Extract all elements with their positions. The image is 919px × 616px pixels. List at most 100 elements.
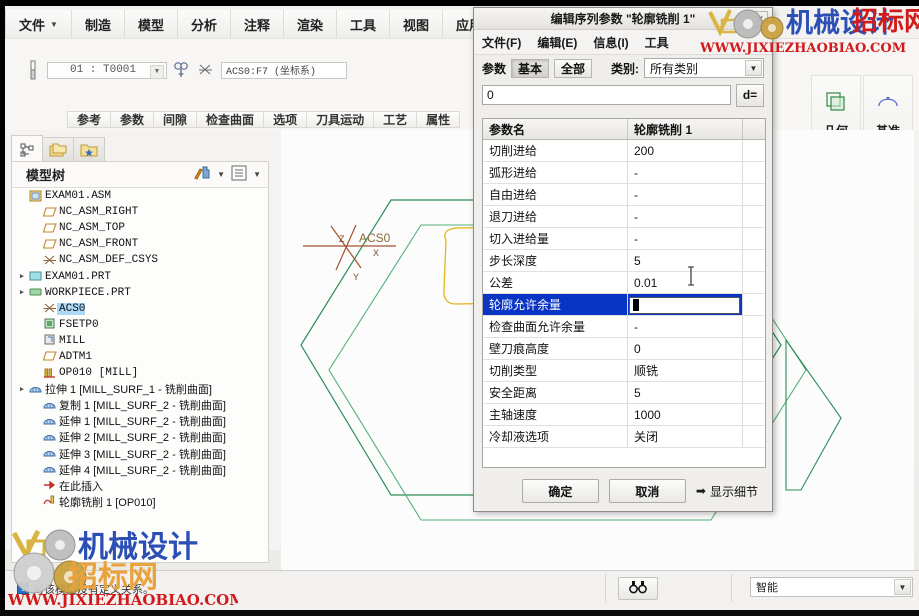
parameter-value-input[interactable]	[629, 296, 740, 314]
value-input[interactable]: 0	[482, 85, 731, 105]
menu-item-7[interactable]: 视图	[390, 10, 444, 38]
parameter-value[interactable]: -	[628, 228, 743, 249]
parameter-row[interactable]: 轮廓允许余量	[483, 294, 765, 316]
chevron-down-icon[interactable]: ▼	[894, 579, 911, 595]
tree-item[interactable]: NC_ASM_RIGHT	[12, 204, 268, 220]
dashboard-tab-6[interactable]: 工艺	[374, 111, 418, 128]
tree-item[interactable]: ▶ WORKPIECE.PRT	[12, 285, 268, 301]
parameter-value[interactable]: -	[628, 162, 743, 183]
settings-tools-icon[interactable]	[192, 164, 212, 185]
parameter-row[interactable]: 切削类型 顺铣	[483, 360, 765, 382]
expand-triangle-icon[interactable]: ▶	[16, 288, 28, 297]
dialog-menu-item-1[interactable]: 编辑(E)	[537, 34, 577, 51]
menu-item-5[interactable]: 渲染	[284, 10, 338, 38]
parameter-row[interactable]: 冷却液选项 关闭	[483, 426, 765, 448]
parameter-value[interactable]: 关闭	[628, 426, 743, 447]
category-select[interactable]: 所有类别 ▼	[644, 58, 764, 78]
tree-item[interactable]: ▶ EXAM01.PRT	[12, 268, 268, 284]
tree-item[interactable]: OP010 [MILL]	[12, 365, 268, 381]
parameter-row[interactable]: 检查曲面允许余量 -	[483, 316, 765, 338]
tool-combo[interactable]: 01 : T0001 ▼	[47, 61, 167, 79]
parameter-row[interactable]: 切入进给量 -	[483, 228, 765, 250]
all-toggle-button[interactable]: 全部	[554, 58, 593, 78]
menu-item-1[interactable]: 制造	[71, 10, 125, 38]
menu-item-6[interactable]: 工具	[337, 10, 391, 38]
chevron-down-icon[interactable]: ▼	[214, 170, 228, 179]
parameter-value[interactable]: 5	[628, 382, 743, 403]
tree-item[interactable]: ▶ 拉伸 1 [MILL_SURF_1 - 铣削曲面]	[12, 381, 268, 397]
tree-item[interactable]: NC_ASM_DEF_CSYS	[12, 252, 268, 268]
dashboard-tab-4[interactable]: 选项	[264, 111, 308, 128]
tree-item[interactable]: 延伸 2 [MILL_SURF_2 - 铣削曲面]	[12, 429, 268, 445]
expand-triangle-icon[interactable]: ▶	[16, 272, 28, 281]
menu-item-0[interactable]: 文件 ▼	[5, 10, 72, 38]
dimension-button[interactable]: d=	[736, 83, 764, 107]
chevron-down-icon[interactable]: ▼	[50, 20, 58, 29]
parameter-value[interactable]: 200	[628, 140, 743, 161]
dialog-menu-item-2[interactable]: 信息(I)	[593, 34, 628, 51]
tree-item[interactable]: 延伸 4 [MILL_SURF_2 - 铣削曲面]	[12, 462, 268, 478]
tree-item[interactable]: ACS0	[12, 301, 268, 317]
tree-item[interactable]: 延伸 1 [MILL_SURF_2 - 铣削曲面]	[12, 413, 268, 429]
list-display-icon[interactable]	[230, 164, 248, 185]
dashboard-tab-5[interactable]: 刀具运动	[307, 111, 375, 128]
parameter-row[interactable]: 主轴速度 1000	[483, 404, 765, 426]
ok-button[interactable]: 确定	[521, 479, 599, 503]
edit-sequence-parameters-dialog[interactable]: 编辑序列参数 "轮廓铣削 1" ✕ 文件(F) 编辑(E) 信息(I) 工具 参数 基…	[473, 7, 773, 512]
parameter-value[interactable]: 1000	[628, 404, 743, 425]
dashboard-tab-3[interactable]: 检查曲面	[197, 111, 265, 128]
menu-item-4[interactable]: 注释	[230, 10, 284, 38]
close-icon[interactable]: ✕	[752, 11, 768, 27]
model-tree-tab[interactable]	[11, 135, 43, 163]
tree-item[interactable]: EXAM01.ASM	[12, 188, 268, 204]
parameter-row[interactable]: 切削进给 200	[483, 140, 765, 162]
dashboard-tab-7[interactable]: 属性	[417, 111, 461, 128]
parameter-row[interactable]: 公差 0.01	[483, 272, 765, 294]
tree-item[interactable]: ADTM1	[12, 349, 268, 365]
csys-icon[interactable]	[197, 61, 215, 79]
parameter-row[interactable]: 壁刀痕高度 0	[483, 338, 765, 360]
parameter-row[interactable]: 安全距离 5	[483, 382, 765, 404]
tree-item[interactable]: FSETP0	[12, 317, 268, 333]
parameter-row[interactable]: 自由进给 -	[483, 184, 765, 206]
menu-item-2[interactable]: 模型	[124, 10, 178, 38]
favorites-tab[interactable]	[73, 137, 105, 163]
parameter-row[interactable]: 退刀进给 -	[483, 206, 765, 228]
dialog-menu-item-0[interactable]: 文件(F)	[482, 34, 521, 51]
cancel-button[interactable]: 取消	[608, 479, 686, 503]
tree-item[interactable]: 复制 1 [MILL_SURF_2 - 铣削曲面]	[12, 397, 268, 413]
parameter-value[interactable]	[628, 294, 743, 315]
parameter-value[interactable]: 0	[628, 338, 743, 359]
surface-icon	[42, 463, 57, 476]
dashboard-tab-0[interactable]: 参考	[67, 111, 112, 128]
tree-item[interactable]: 延伸 3 [MILL_SURF_2 - 铣削曲面]	[12, 446, 268, 462]
selection-filter-select[interactable]: 智能 ▼	[750, 577, 913, 597]
csys-reference-field[interactable]: ACS0:F7 (坐标系)	[221, 61, 347, 79]
tree-item[interactable]: 在此插入	[12, 478, 268, 494]
parameter-value[interactable]: 顺铣	[628, 360, 743, 381]
model-tree[interactable]: EXAM01.ASM NC_ASM_RIGHT NC_ASM_TOP NC_ASM_F…	[11, 188, 269, 563]
tree-item[interactable]: MILL	[12, 333, 268, 349]
parameters-grid[interactable]: 参数名 轮廓铣削 1 切削进给 200 弧形进给 - 自由进给 - 退刀进给 - 切入进给量 - 步…	[482, 118, 766, 468]
dialog-menu-item-3[interactable]: 工具	[645, 34, 669, 51]
folder-browser-tab[interactable]	[42, 137, 74, 163]
parameter-value[interactable]: -	[628, 184, 743, 205]
chevron-down-icon[interactable]: ▼	[150, 64, 164, 79]
parameter-row[interactable]: 步长深度 5	[483, 250, 765, 272]
search-tool-button[interactable]	[618, 577, 658, 600]
dashboard-tab-2[interactable]: 间隙	[154, 111, 198, 128]
dashboard-tab-1[interactable]: 参数	[111, 111, 155, 128]
menu-item-3[interactable]: 分析	[177, 10, 231, 38]
tool-manager-icon[interactable]	[173, 61, 191, 79]
expand-triangle-icon[interactable]: ▶	[16, 385, 28, 394]
parameter-row[interactable]: 弧形进给 -	[483, 162, 765, 184]
tree-item[interactable]: NC_ASM_TOP	[12, 220, 268, 236]
basic-toggle-button[interactable]: 基本	[511, 58, 550, 78]
show-details-button[interactable]: ➡ 显示细节	[696, 483, 758, 500]
parameter-value[interactable]: -	[628, 316, 743, 337]
chevron-down-icon[interactable]: ▼	[250, 170, 264, 179]
chevron-down-icon[interactable]: ▼	[745, 60, 762, 76]
tree-item[interactable]: 轮廓铣削 1 [OP010]	[12, 494, 268, 510]
tree-item[interactable]: NC_ASM_FRONT	[12, 236, 268, 252]
parameter-value[interactable]: -	[628, 206, 743, 227]
